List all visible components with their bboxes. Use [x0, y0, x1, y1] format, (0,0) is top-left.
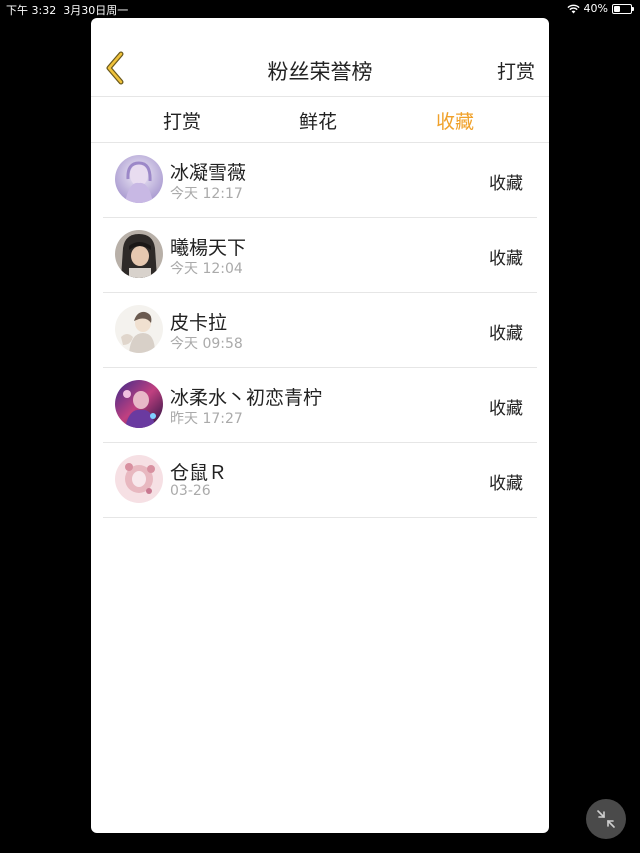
- tab-reward[interactable]: 打赏: [163, 107, 201, 134]
- header: 粉丝荣誉榜 打赏: [91, 18, 549, 97]
- battery-icon: [612, 3, 634, 14]
- fan-name: 皮卡拉: [170, 312, 228, 334]
- favorite-label: 收藏: [489, 399, 523, 419]
- battery-fill: [614, 5, 620, 12]
- status-time: 下午 3:32: [6, 4, 57, 17]
- fan-list: 冰凝雪薇 今天 12:17 收藏 曦楊天下 今天 12:04 收藏 皮卡拉 今天…: [91, 143, 549, 518]
- list-item[interactable]: 皮卡拉 今天 09:58 收藏: [103, 293, 537, 368]
- fan-name: 冰柔水丶初恋青柠: [170, 387, 323, 409]
- reward-button[interactable]: 打赏: [497, 57, 535, 84]
- fan-time: 今天 09:58: [170, 336, 243, 352]
- fan-time: 03-26: [170, 483, 211, 499]
- avatar: [115, 380, 163, 428]
- avatar: [115, 305, 163, 353]
- list-item[interactable]: 仓鼠Ｒ 03-26 收藏: [103, 443, 537, 518]
- status-date: 3月30日周一: [63, 4, 129, 17]
- tab-favorites[interactable]: 收藏: [436, 107, 474, 134]
- fan-honor-panel: 粉丝荣誉榜 打赏 打赏 鲜花 收藏 冰凝雪薇 今天 12:17 收藏 曦楊天下 …: [91, 18, 549, 833]
- tab-flowers[interactable]: 鲜花: [299, 107, 337, 134]
- page-title: 粉丝荣誉榜: [267, 60, 373, 84]
- favorite-label: 收藏: [489, 324, 523, 344]
- fan-name: 仓鼠Ｒ: [170, 462, 228, 484]
- tab-bar: 打赏 鲜花 收藏: [91, 97, 549, 143]
- favorite-label: 收藏: [489, 474, 523, 494]
- status-bar: 下午 3:32 3月30日周一 40%: [0, 0, 640, 18]
- status-time-date: 下午 3:32 3月30日周一: [6, 2, 128, 18]
- fan-time: 今天 12:17: [170, 186, 243, 202]
- list-item[interactable]: 曦楊天下 今天 12:04 收藏: [103, 218, 537, 293]
- wifi-icon: [566, 4, 580, 13]
- list-item[interactable]: 冰凝雪薇 今天 12:17 收藏: [103, 143, 537, 218]
- list-item[interactable]: 冰柔水丶初恋青柠 昨天 17:27 收藏: [103, 368, 537, 443]
- status-indicators: 40%: [566, 2, 634, 15]
- avatar: [115, 455, 163, 503]
- battery-percent: 40%: [583, 2, 608, 15]
- collapse-button[interactable]: [586, 799, 626, 839]
- fan-time: 今天 12:04: [170, 261, 243, 277]
- fan-time: 昨天 17:27: [170, 411, 243, 427]
- favorite-label: 收藏: [489, 174, 523, 194]
- fan-name: 冰凝雪薇: [170, 162, 247, 184]
- favorite-label: 收藏: [489, 249, 523, 269]
- avatar: [115, 230, 163, 278]
- avatar: [115, 155, 163, 203]
- fan-name: 曦楊天下: [170, 237, 247, 259]
- collapse-icon: [597, 810, 615, 828]
